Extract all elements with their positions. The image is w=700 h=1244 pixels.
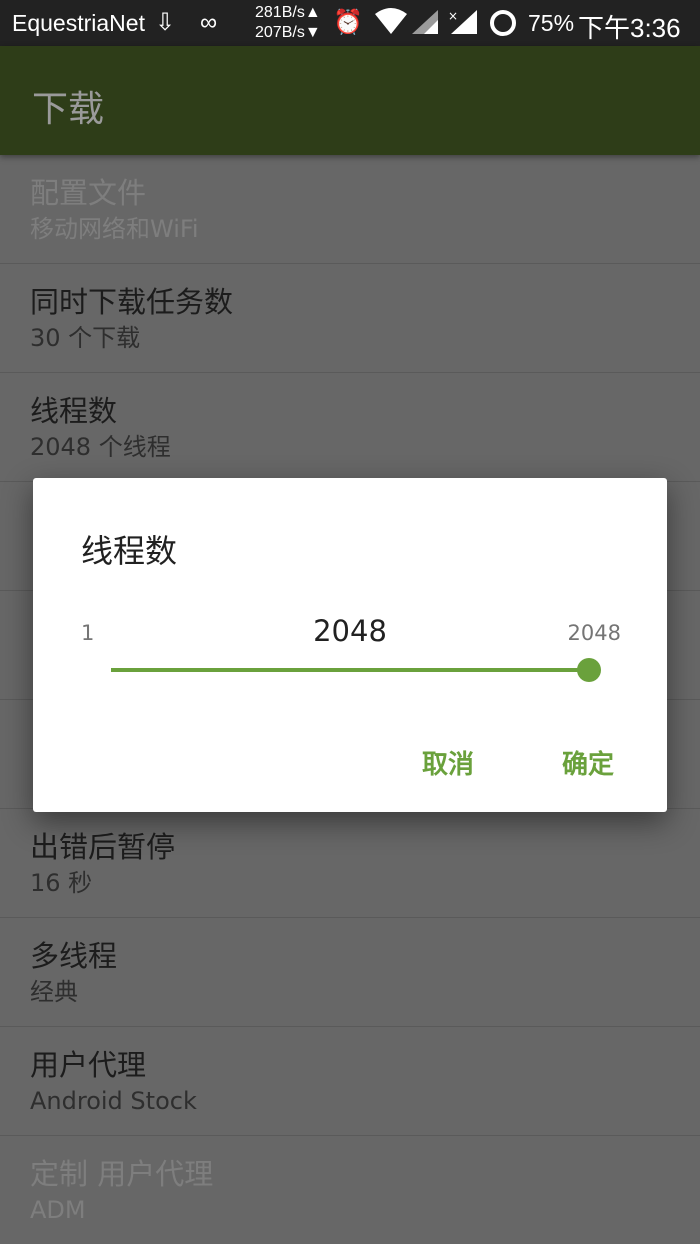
wifi-icon bbox=[374, 8, 408, 44]
speed-up: 281B/s▲ bbox=[255, 4, 321, 21]
pref-summary: 移动网络和WiFi bbox=[30, 215, 199, 243]
ok-button[interactable]: 确定 bbox=[562, 744, 614, 781]
pref-summary: 30 个下载 bbox=[30, 324, 141, 352]
pref-summary: Android Stock bbox=[30, 1087, 197, 1115]
pref-profile: 配置文件 移动网络和WiFi bbox=[0, 155, 700, 264]
pref-title: 线程数 bbox=[30, 394, 118, 428]
signal-x-icon: × bbox=[447, 8, 479, 44]
pref-title: 同时下载任务数 bbox=[30, 285, 234, 319]
thread-count-dialog: 线程数 1 2048 2048 取消 确定 bbox=[33, 478, 667, 812]
speed-down: 207B/s▼ bbox=[255, 24, 321, 41]
page-title: 下载 bbox=[32, 89, 105, 130]
pref-title: 多线程 bbox=[30, 939, 118, 973]
pref-user-agent[interactable]: 用户代理 Android Stock bbox=[0, 1027, 700, 1136]
battery-ring-icon bbox=[487, 8, 519, 46]
battery-percent: 75% bbox=[528, 10, 575, 36]
carrier-name: EquestriaNet bbox=[12, 10, 145, 36]
cancel-button[interactable]: 取消 bbox=[422, 744, 474, 781]
pref-summary: 经典 bbox=[30, 978, 78, 1006]
pref-title: 出错后暂停 bbox=[30, 830, 176, 864]
signal-icon bbox=[410, 8, 440, 44]
download-notify-icon: ⇩ bbox=[155, 9, 176, 36]
pref-pause-on-error[interactable]: 出错后暂停 16 秒 bbox=[0, 809, 700, 918]
pref-summary: 2048 个线程 bbox=[30, 433, 171, 461]
pref-title: 配置文件 bbox=[30, 176, 147, 210]
pref-title: 用户代理 bbox=[30, 1048, 147, 1082]
slider-fill bbox=[111, 668, 589, 672]
infinity-icon: ∞ bbox=[200, 9, 218, 36]
dialog-title: 线程数 bbox=[81, 532, 178, 570]
pref-title: 定制 用户代理 bbox=[30, 1157, 214, 1191]
pref-summary: ADM bbox=[30, 1196, 86, 1224]
network-speed: 281B/s▲ 207B/s▼ bbox=[255, 3, 321, 43]
slider-max-label: 2048 bbox=[567, 621, 621, 645]
svg-text:×: × bbox=[448, 9, 458, 23]
slider-thumb[interactable] bbox=[577, 658, 601, 682]
thread-count-slider[interactable] bbox=[111, 658, 601, 682]
clock: 下午3:36 bbox=[578, 13, 681, 43]
pref-multithreading[interactable]: 多线程 经典 bbox=[0, 918, 700, 1027]
pref-custom-user-agent: 定制 用户代理 ADM bbox=[0, 1136, 700, 1244]
app-bar: 下载 bbox=[0, 46, 700, 155]
pref-summary: 16 秒 bbox=[30, 869, 93, 897]
pref-thread-count[interactable]: 线程数 2048 个线程 bbox=[0, 373, 700, 482]
pref-concurrent-downloads[interactable]: 同时下载任务数 30 个下载 bbox=[0, 264, 700, 373]
alarm-icon: ⏰ bbox=[333, 9, 363, 36]
status-bar: EquestriaNet ⇩ ∞ 281B/s▲ 207B/s▼ ⏰ × 75%… bbox=[0, 0, 700, 46]
